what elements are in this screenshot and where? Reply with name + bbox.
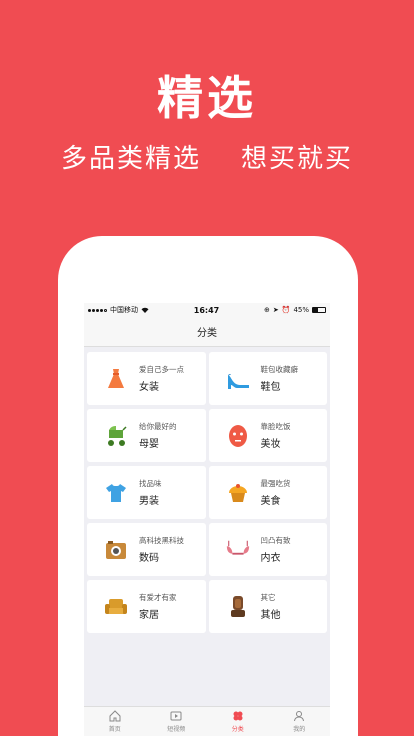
cupcake-icon (225, 480, 251, 506)
tab-bar: 首页 短视频 分类 我的 (84, 706, 330, 736)
category-sub: 给你最好的 (139, 422, 177, 431)
tab-label: 短视频 (167, 726, 186, 733)
category-card-other[interactable]: 其它 其他 (208, 580, 327, 633)
hero-subtitle-left: 多品类精选 (60, 144, 201, 174)
category-sub: 其它 (260, 593, 276, 602)
page-title: 分类 (197, 328, 217, 339)
nav-bar: 分类 (84, 317, 330, 347)
battery-icon (312, 307, 326, 313)
category-grid: 爱自己多一点 女装 鞋包收藏癖 鞋包 给你最好的 母婴 靠脸吃饭 美妆 找品味 … (84, 347, 330, 633)
bra-icon (225, 537, 251, 563)
category-name: 家居 (139, 610, 159, 621)
high-heel-icon (225, 366, 251, 392)
category-name: 男装 (139, 496, 159, 507)
location-icon: ➤ (272, 306, 279, 314)
category-sub: 找品味 (139, 479, 162, 488)
tab-category[interactable]: 分类 (207, 707, 269, 736)
category-sub: 凹凸有致 (260, 536, 291, 545)
category-name: 美食 (260, 496, 281, 507)
category-name: 内衣 (260, 553, 281, 564)
phone-screen: 中国移动 16:47 ⊕ ➤ ⏰ 45% 分类 爱自己多一点 女装 鞋包收藏癖 … (84, 303, 330, 736)
category-name: 母婴 (139, 439, 159, 450)
category-card-beauty[interactable]: 靠脸吃饭 美妆 (208, 409, 327, 462)
signal-icon (88, 308, 107, 312)
user-icon (294, 711, 305, 722)
tab-label: 分类 (231, 726, 244, 733)
category-sub: 爱自己多一点 (139, 365, 184, 374)
category-card-home[interactable]: 有爱才有家 家居 (87, 580, 206, 633)
lock-rotation-icon: ⊕ (263, 306, 270, 314)
wifi-icon (141, 307, 149, 313)
category-icon (233, 711, 243, 721)
face-mask-icon (225, 423, 251, 449)
stroller-icon (103, 423, 129, 449)
category-card-food[interactable]: 最强吃货 美食 (208, 466, 327, 519)
category-sub: 靠脸吃饭 (260, 422, 291, 431)
dress-icon (103, 366, 129, 392)
tab-me[interactable]: 我的 (269, 707, 331, 736)
tshirt-icon (103, 480, 129, 506)
hero-title: 精选 (157, 71, 257, 125)
tab-label: 首页 (108, 726, 121, 733)
category-sub: 有爱才有家 (139, 593, 177, 602)
status-bar: 中国移动 16:47 ⊕ ➤ ⏰ 45% (84, 303, 330, 317)
camera-icon (103, 537, 129, 563)
video-icon (170, 711, 182, 721)
category-name: 鞋包 (260, 382, 281, 393)
hero-subtitle-right: 想买就买 (241, 144, 354, 174)
category-card-underwear[interactable]: 凹凸有致 内衣 (208, 523, 327, 576)
category-card-digital[interactable]: 高科技黑科技 数码 (87, 523, 206, 576)
category-sub: 最强吃货 (260, 479, 291, 488)
category-name: 数码 (139, 553, 159, 564)
tab-home[interactable]: 首页 (84, 707, 146, 736)
status-time: 16:47 (193, 305, 220, 315)
category-card-menswear[interactable]: 找品味 男装 (87, 466, 206, 519)
tab-label: 我的 (293, 726, 306, 733)
armchair-icon (103, 594, 129, 620)
category-name: 其他 (260, 610, 281, 621)
hero-subtitle: 多品类精选 想买就买 (0, 138, 414, 175)
category-sub: 鞋包收藏癖 (260, 365, 299, 374)
category-name: 女装 (139, 382, 159, 393)
car-seat-icon (225, 594, 251, 620)
category-card-mother-baby[interactable]: 给你最好的 母婴 (87, 409, 206, 462)
category-sub: 高科技黑科技 (139, 536, 184, 545)
category-card-womenswear[interactable]: 爱自己多一点 女装 (87, 352, 206, 405)
battery-percent: 45% (293, 306, 309, 314)
category-name: 美妆 (260, 439, 281, 450)
home-icon (109, 710, 121, 722)
alarm-icon: ⏰ (281, 306, 291, 314)
carrier-label: 中国移动 (110, 306, 138, 314)
tab-short-video[interactable]: 短视频 (146, 707, 208, 736)
category-card-shoes-bags[interactable]: 鞋包收藏癖 鞋包 (208, 352, 327, 405)
